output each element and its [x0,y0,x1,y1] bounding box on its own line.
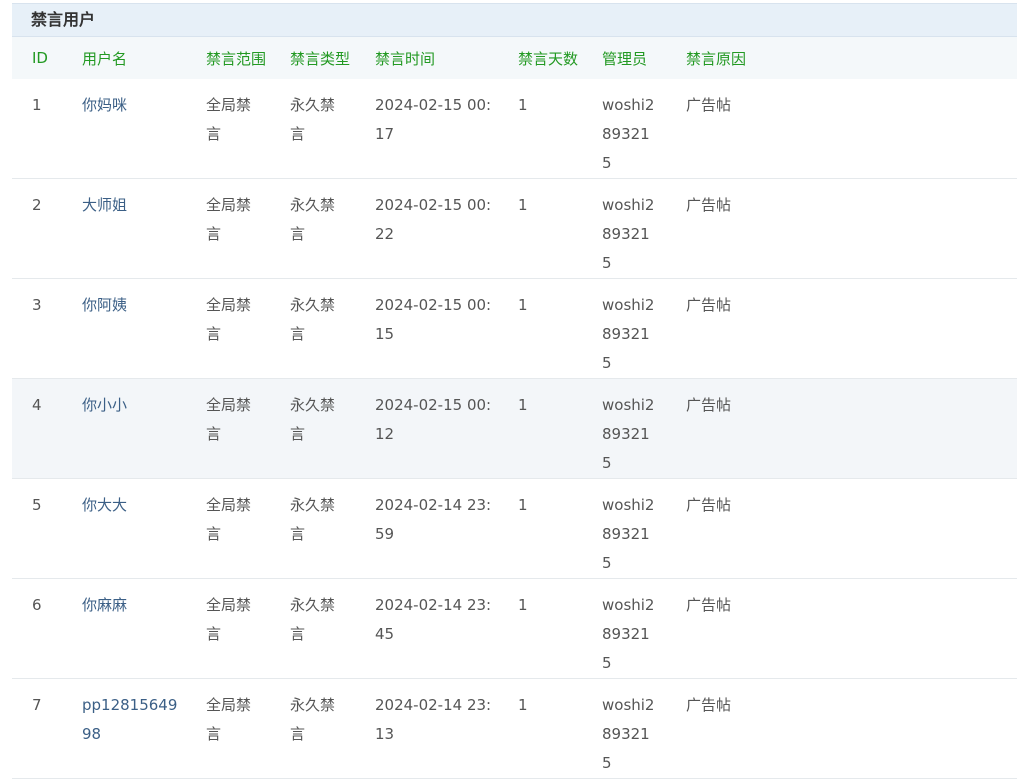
column-header-ban-scope: 禁言范围 [206,49,267,68]
cell-ban-scope: 全局禁言 [206,296,252,343]
cell-ban-days: 1 [518,596,528,614]
username-link[interactable]: 大师姐 [64,179,188,279]
table-row: 6 你麻麻 全局禁言 永久禁言 2024-02-14 23:45 1 woshi… [12,579,1017,679]
table-row: 2 大师姐 全局禁言 永久禁言 2024-02-15 00:22 1 woshi… [12,179,1017,279]
cell-id: 1 [32,96,42,114]
column-header-username: 用户名 [82,49,128,68]
username-link[interactable]: 你大大 [64,479,188,579]
cell-ban-reason: 广告帖 [686,96,732,114]
cell-ban-days: 1 [518,96,528,114]
panel-title: 禁言用户 [12,3,1017,37]
cell-id: 7 [32,696,42,714]
cell-ban-reason: 广告帖 [686,196,732,214]
table-row: 7 pp1281564998 全局禁言 永久禁言 2024-02-14 23:1… [12,679,1017,779]
cell-ban-days: 1 [518,296,528,314]
column-header-ban-reason: 禁言原因 [686,49,747,68]
cell-ban-scope: 全局禁言 [206,696,252,743]
username-link[interactable]: 你麻麻 [64,579,188,679]
table-row: 5 你大大 全局禁言 永久禁言 2024-02-14 23:59 1 woshi… [12,479,1017,579]
cell-ban-time: 2024-02-14 23:45 [375,596,492,643]
cell-ban-days: 1 [518,696,528,714]
cell-admin: woshi2893215 [602,696,655,772]
cell-admin: woshi2893215 [602,496,655,572]
cell-ban-days: 1 [518,396,528,414]
cell-ban-type: 永久禁言 [290,396,336,443]
table-row: 1 你妈咪 全局禁言 永久禁言 2024-02-15 00:17 1 woshi… [12,79,1017,179]
username-link[interactable]: 你小小 [64,379,188,479]
column-header-ban-days: 禁言天数 [518,49,579,68]
username-link[interactable]: pp1281564998 [64,679,188,779]
cell-ban-days: 1 [518,496,528,514]
cell-ban-type: 永久禁言 [290,596,336,643]
column-header-admin: 管理员 [602,49,648,68]
cell-ban-scope: 全局禁言 [206,96,252,143]
cell-ban-time: 2024-02-14 23:13 [375,696,492,743]
cell-ban-scope: 全局禁言 [206,196,252,243]
cell-ban-scope: 全局禁言 [206,596,252,643]
cell-ban-reason: 广告帖 [686,296,732,314]
cell-ban-scope: 全局禁言 [206,396,252,443]
cell-ban-time: 2024-02-15 00:12 [375,396,492,443]
cell-ban-type: 永久禁言 [290,96,336,143]
cell-admin: woshi2893215 [602,396,655,472]
cell-admin: woshi2893215 [602,96,655,172]
username-link[interactable]: 你妈咪 [64,79,188,179]
cell-ban-time: 2024-02-14 23:59 [375,496,492,543]
cell-admin: woshi2893215 [602,596,655,672]
cell-ban-type: 永久禁言 [290,696,336,743]
cell-ban-days: 1 [518,196,528,214]
cell-ban-reason: 广告帖 [686,696,732,714]
cell-ban-time: 2024-02-15 00:17 [375,96,492,143]
table-row: 3 你阿姨 全局禁言 永久禁言 2024-02-15 00:15 1 woshi… [12,279,1017,379]
cell-ban-time: 2024-02-15 00:22 [375,196,492,243]
column-header-id: ID [32,49,48,67]
cell-ban-scope: 全局禁言 [206,496,252,543]
cell-ban-type: 永久禁言 [290,296,336,343]
column-header-ban-type: 禁言类型 [290,49,351,68]
banned-users-table: ID 用户名 禁言范围 禁言类型 禁言时间 禁言天数 管理员 禁言原因 1 你妈… [12,37,1017,779]
table-row: 4 你小小 全局禁言 永久禁言 2024-02-15 00:12 1 woshi… [12,378,1017,479]
cell-id: 2 [32,196,42,214]
cell-ban-time: 2024-02-15 00:15 [375,296,492,343]
cell-ban-reason: 广告帖 [686,496,732,514]
cell-admin: woshi2893215 [602,296,655,372]
cell-id: 6 [32,596,42,614]
column-header-ban-time: 禁言时间 [375,49,436,68]
cell-id: 5 [32,496,42,514]
cell-id: 4 [32,396,42,414]
cell-id: 3 [32,296,42,314]
banned-users-panel: 禁言用户 ID 用户名 禁言范围 禁言类型 禁言时间 禁言天数 管理员 禁言原因… [12,3,1017,779]
cell-admin: woshi2893215 [602,196,655,272]
table-header-row: ID 用户名 禁言范围 禁言类型 禁言时间 禁言天数 管理员 禁言原因 [12,37,1017,79]
cell-ban-reason: 广告帖 [686,396,732,414]
username-link[interactable]: 你阿姨 [64,279,188,379]
cell-ban-type: 永久禁言 [290,196,336,243]
cell-ban-type: 永久禁言 [290,496,336,543]
cell-ban-reason: 广告帖 [686,596,732,614]
